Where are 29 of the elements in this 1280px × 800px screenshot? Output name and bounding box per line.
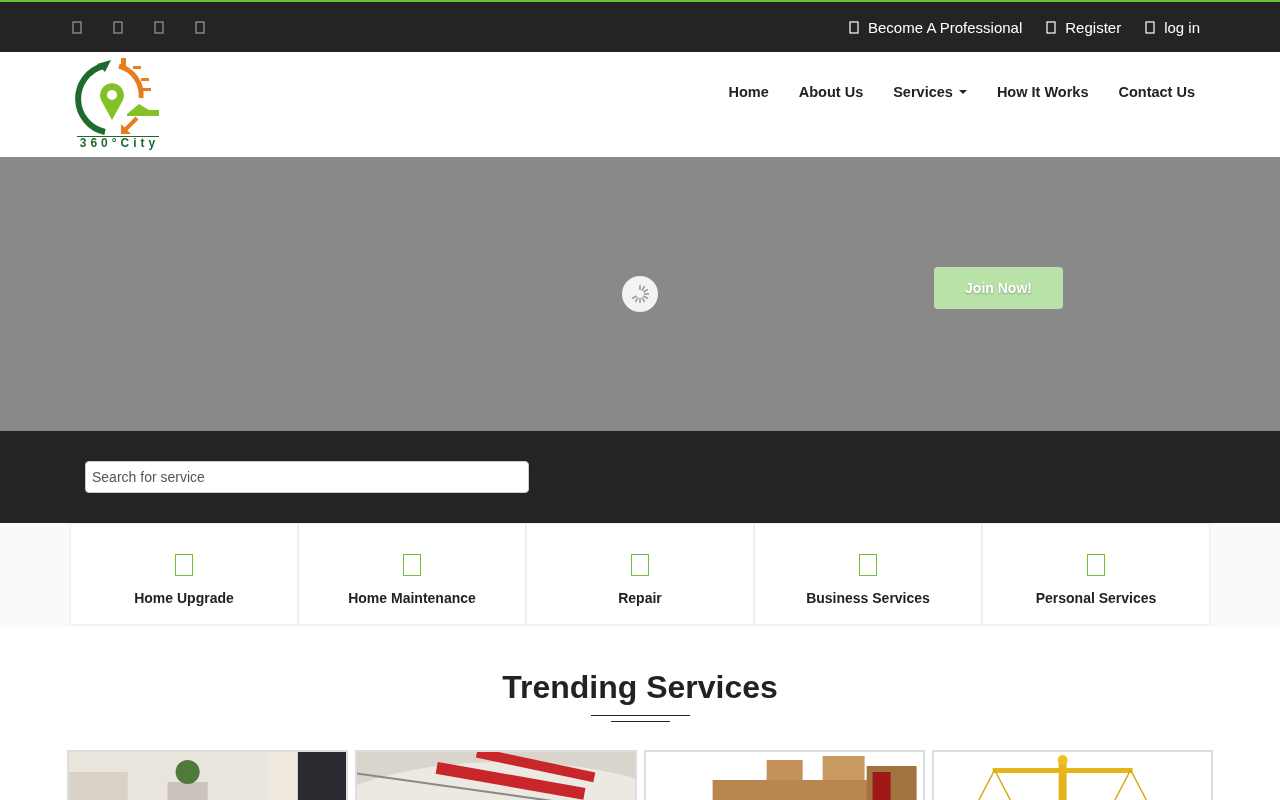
square-icon	[113, 20, 123, 34]
category-tile[interactable]: Personal Services	[982, 523, 1210, 625]
nav-link[interactable]: Contact Us	[1118, 84, 1195, 100]
square-icon	[1087, 554, 1105, 576]
top-link[interactable]: Register	[1046, 18, 1122, 36]
nav-link[interactable]: About Us	[798, 84, 864, 100]
square-icon	[403, 554, 421, 576]
category-tile[interactable]: Business Services	[754, 523, 982, 625]
logo-text: 360°City	[76, 136, 160, 150]
square-icon	[1145, 20, 1156, 34]
square-icon	[195, 20, 205, 34]
nav-link[interactable]: Home	[728, 84, 769, 100]
category-tile[interactable]: Home Upgrade	[70, 523, 298, 625]
category-tile[interactable]: Home Maintenance	[298, 523, 526, 625]
square-icon	[631, 554, 649, 576]
category-tile[interactable]: Repair	[526, 523, 754, 625]
square-icon	[859, 554, 877, 576]
square-icon	[1046, 20, 1057, 34]
nav-link[interactable]: Services	[893, 84, 967, 100]
caret-icon	[958, 90, 967, 94]
section-heading: Trending Services	[501, 668, 779, 707]
top-link[interactable]: log in	[1145, 18, 1200, 36]
nav-link[interactable]: How It Works	[996, 84, 1089, 100]
top-link[interactable]: Become A Professional	[849, 18, 1023, 36]
square-icon	[849, 20, 859, 34]
search-field[interactable]: Search for service	[85, 461, 529, 493]
square-icon	[72, 20, 82, 34]
square-icon	[154, 20, 164, 34]
square-icon	[175, 554, 193, 576]
